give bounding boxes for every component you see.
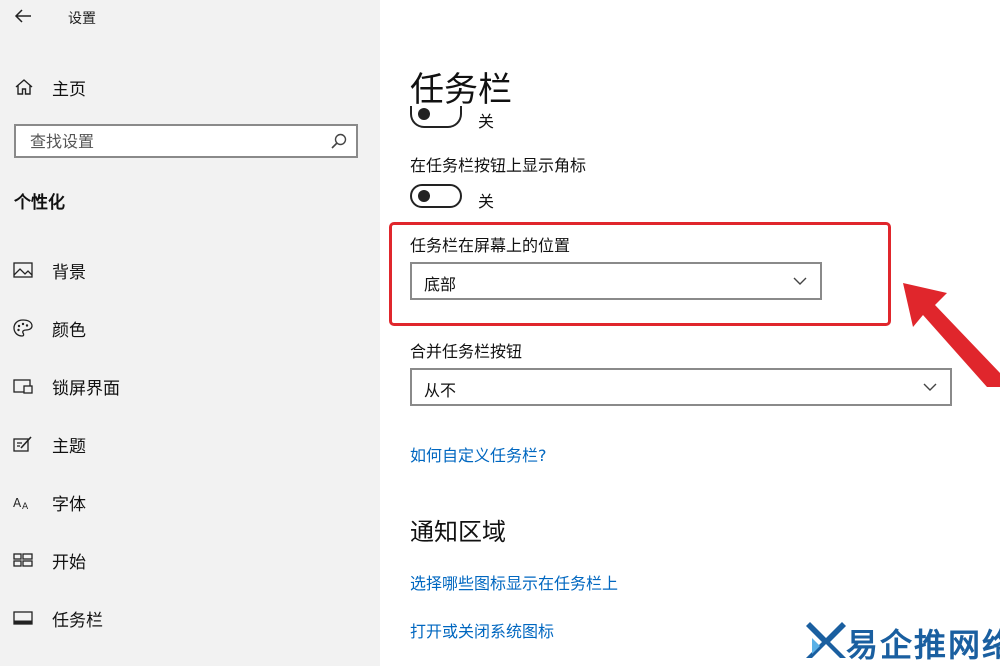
sidebar-item-label: 主题 <box>52 437 86 457</box>
watermark: 易企推网络 <box>806 616 1000 664</box>
app-title: 设置 <box>68 11 96 27</box>
sidebar-item-label: 颜色 <box>52 321 86 341</box>
title-bar: 设置 <box>0 0 380 36</box>
sidebar-item-label: 锁屏界面 <box>52 379 120 399</box>
notification-area-heading: 通知区域 <box>410 518 506 546</box>
back-arrow-icon <box>14 9 31 23</box>
customize-taskbar-link[interactable]: 如何自定义任务栏? <box>410 442 547 466</box>
search-icon[interactable] <box>330 132 348 150</box>
home-icon <box>15 79 33 95</box>
sidebar-item-label: 主页 <box>52 80 86 100</box>
partial-toggle-switch[interactable] <box>410 106 462 128</box>
image-icon <box>13 262 33 278</box>
badges-toggle-switch[interactable] <box>410 184 462 208</box>
badges-toggle-state: 关 <box>478 192 495 211</box>
back-button[interactable] <box>10 4 36 28</box>
sidebar-item-label: 背景 <box>52 263 86 283</box>
font-icon: A A <box>13 496 29 512</box>
annotation-arrow-icon <box>903 283 1000 387</box>
taskbar-icon <box>13 611 33 625</box>
sidebar-item-taskbar[interactable]: 任务栏 <box>0 596 380 640</box>
badges-setting-label: 在任务栏按钮上显示角标 <box>410 156 587 175</box>
sidebar-item-label: 任务栏 <box>52 611 103 631</box>
sidebar-item-fonts[interactable]: A A 字体 <box>0 480 380 524</box>
lock-screen-icon <box>13 379 33 394</box>
search-input[interactable] <box>16 126 330 156</box>
sidebar: 设置 主页 个性化 背景 颜色 锁屏界面 <box>0 0 380 666</box>
search-box[interactable] <box>14 124 358 158</box>
sidebar-item-start[interactable]: 开始 <box>0 538 380 582</box>
sidebar-item-colors[interactable]: 颜色 <box>0 306 380 350</box>
start-icon <box>13 553 33 567</box>
svg-text:A: A <box>22 502 29 512</box>
sidebar-item-lock-screen[interactable]: 锁屏界面 <box>0 364 380 408</box>
sidebar-item-home[interactable]: 主页 <box>0 68 380 104</box>
toggle-knob <box>418 190 430 202</box>
toggle-knob <box>418 108 430 120</box>
svg-text:A: A <box>13 496 22 510</box>
sidebar-item-background[interactable]: 背景 <box>0 248 380 292</box>
sidebar-item-label: 字体 <box>52 495 86 515</box>
select-icons-link[interactable]: 选择哪些图标显示在任务栏上 <box>410 570 618 594</box>
watermark-text: 易企推网络 <box>846 626 1000 664</box>
combine-buttons-dropdown[interactable]: 从不 <box>410 368 952 406</box>
system-icons-link[interactable]: 打开或关闭系统图标 <box>410 618 554 642</box>
palette-icon <box>13 319 33 337</box>
theme-icon <box>13 436 32 452</box>
combine-buttons-label: 合并任务栏按钮 <box>410 342 523 361</box>
sidebar-item-themes[interactable]: 主题 <box>0 422 380 466</box>
sidebar-section-title: 个性化 <box>14 193 65 213</box>
watermark-logo-icon <box>806 622 846 658</box>
sidebar-item-label: 开始 <box>52 553 86 573</box>
partial-toggle-state: 关 <box>478 112 495 131</box>
annotation-highlight-box <box>389 222 891 326</box>
page-title: 任务栏 <box>410 70 512 110</box>
dropdown-value: 从不 <box>424 381 457 400</box>
